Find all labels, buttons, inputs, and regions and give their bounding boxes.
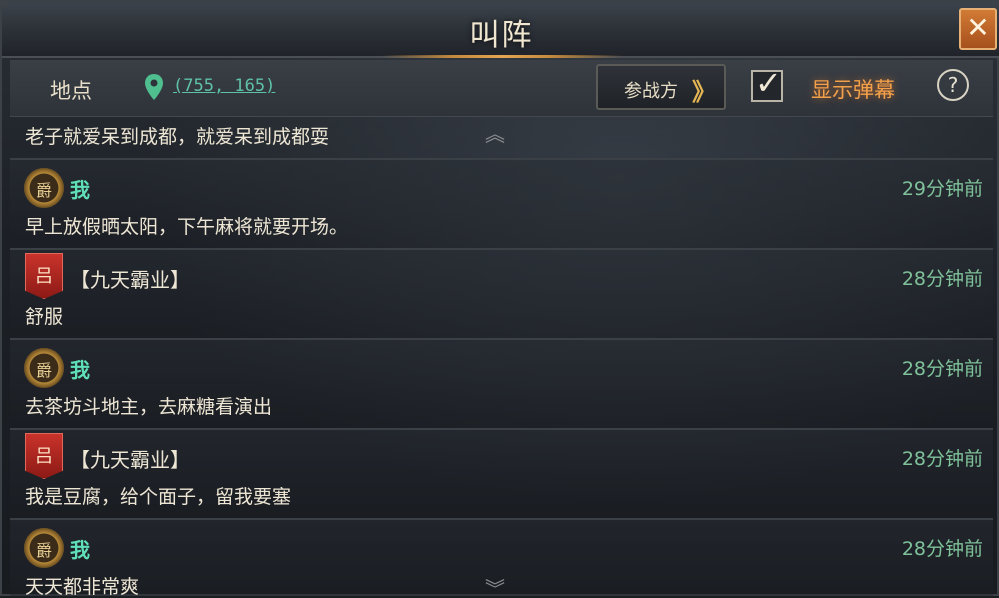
player-rank-badge-icon[interactable]: 爵 (24, 168, 64, 208)
scroll-up-chevron-icon[interactable]: ︽ (485, 118, 505, 147)
message-text: 天天都非常爽 (25, 576, 140, 598)
battle-cry-panel: 叫阵 ✕ 地点 (755, 165) 参战方 》 ✓ 显示弹幕 ? 老子就爱呆到… (0, 0, 999, 598)
title-bar: 叫阵 ✕ (2, 2, 999, 58)
double-chevron-right-icon: 》 (692, 78, 716, 106)
sender-name[interactable]: 我 (70, 354, 90, 383)
message-time: 28分钟前 (901, 538, 983, 560)
show-barrage-label[interactable]: 显示弹幕 (811, 74, 895, 104)
message-text: 舒服 (25, 306, 64, 328)
message-text: 早上放假晒太阳，下午麻将就要开场。 (25, 216, 349, 238)
sender-name[interactable]: 我 (70, 174, 90, 203)
message-time: 28分钟前 (901, 448, 983, 470)
message-item: 吕 【九天霸业】 28分钟前 我是豆腐，给个面子，留我要塞 (10, 428, 993, 518)
message-text-partial: 老子就爱呆到成都，就爱呆到成都耍 (25, 126, 330, 148)
checkmark-icon: ✓ (755, 64, 782, 102)
scroll-down-chevron-icon[interactable]: ︾ (485, 573, 505, 598)
message-list[interactable]: 老子就爱呆到成都，就爱呆到成都耍 ︽ 爵 我 29分钟前 早上放假晒太阳，下午麻… (10, 118, 993, 598)
player-rank-badge-icon[interactable]: 爵 (24, 528, 64, 568)
sender-name[interactable]: 【九天霸业】 (70, 264, 190, 293)
message-time: 28分钟前 (901, 358, 983, 380)
message-time: 29分钟前 (901, 178, 983, 200)
message-text: 我是豆腐，给个面子，留我要塞 (25, 486, 292, 508)
participants-button[interactable]: 参战方 》 (596, 64, 726, 110)
message-item: 爵 我 28分钟前 去茶坊斗地主，去麻糖看演出 (10, 338, 993, 428)
sender-name[interactable]: 【九天霸业】 (70, 444, 190, 473)
alliance-banner-icon[interactable]: 吕 (25, 253, 63, 299)
alliance-banner-icon[interactable]: 吕 (25, 433, 63, 479)
help-button[interactable]: ? (937, 69, 969, 101)
message-item: 吕 【九天霸业】 28分钟前 舒服 (10, 248, 993, 338)
message-time: 28分钟前 (901, 268, 983, 290)
message-text: 去茶坊斗地主，去麻糖看演出 (25, 396, 273, 418)
info-row: 地点 (755, 165) 参战方 》 ✓ 显示弹幕 ? (10, 60, 993, 117)
participants-label: 参战方 (624, 81, 678, 102)
close-button[interactable]: ✕ (959, 8, 997, 50)
location-coords-link[interactable]: (755, 165) (173, 76, 275, 96)
location-label: 地点 (50, 79, 92, 103)
panel-title: 叫阵 (469, 18, 534, 53)
show-barrage-checkbox[interactable]: ✓ (751, 64, 783, 102)
map-pin-icon (145, 74, 163, 100)
player-rank-badge-icon[interactable]: 爵 (24, 348, 64, 388)
sender-name[interactable]: 我 (70, 534, 90, 563)
message-item: 爵 我 29分钟前 早上放假晒太阳，下午麻将就要开场。 (10, 158, 993, 248)
